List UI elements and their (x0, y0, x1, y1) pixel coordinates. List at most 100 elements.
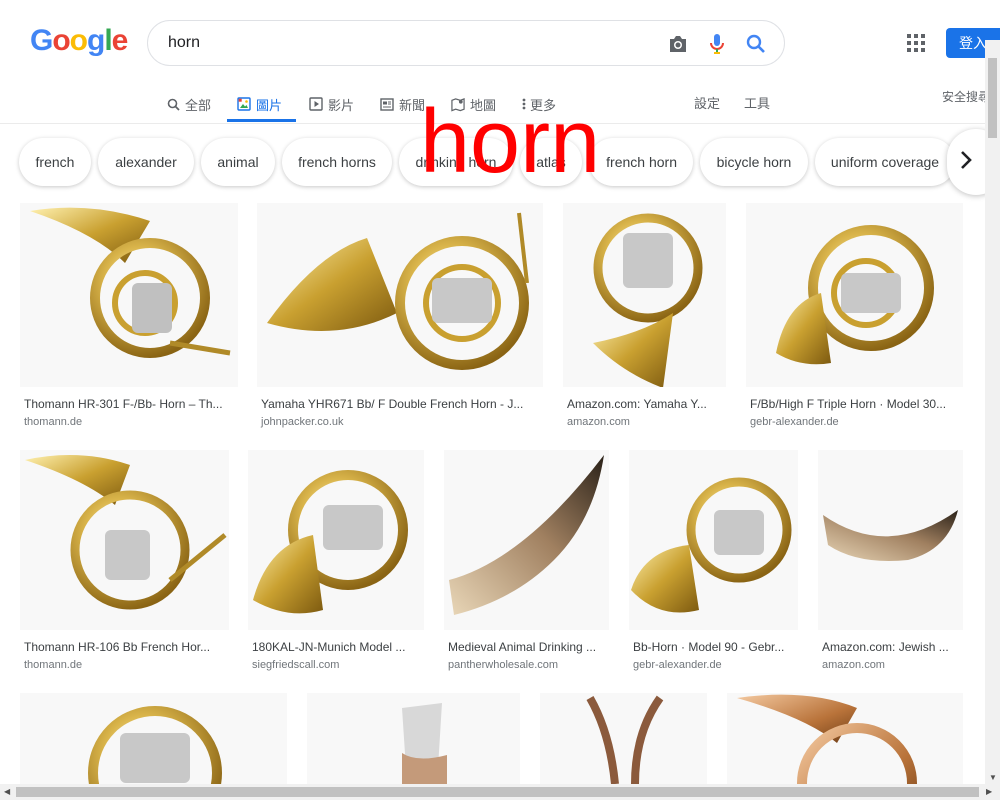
chip-bicycle-horn[interactable]: bicycle horn (700, 138, 808, 186)
horizontal-scrollbar[interactable]: ◀ ▶ (0, 784, 1000, 800)
drinking-horn-image (402, 703, 447, 784)
result-thumbnail (818, 450, 963, 630)
chevron-right-icon (959, 150, 973, 175)
vertical-scrollbar-thumb[interactable] (988, 58, 997, 138)
vertical-scrollbar[interactable]: ▼ (985, 40, 1000, 784)
french-horn-image (631, 477, 792, 613)
scroll-right-arrow-icon[interactable]: ▶ (986, 787, 992, 796)
chip-alexander[interactable]: alexander (98, 138, 194, 186)
image-icon (237, 97, 251, 111)
result-title[interactable]: Yamaha YHR671 Bb/ F Double French Horn -… (261, 397, 539, 411)
result-title[interactable]: Thomann HR-301 F-/Bb- Horn – Th... (24, 397, 234, 411)
chip-animal[interactable]: animal (201, 138, 275, 186)
horizontal-scrollbar-thumb[interactable] (16, 787, 979, 797)
tab-label: 更多 (530, 97, 557, 113)
tab-news[interactable]: 新聞 (380, 86, 425, 122)
french-horn-image (593, 213, 703, 387)
result-title[interactable]: 180KAL-JN-Munich Model ... (252, 640, 420, 654)
image-result[interactable] (727, 693, 963, 784)
drinking-horn-image (449, 455, 604, 615)
chip-french[interactable]: french (19, 138, 91, 186)
tab-videos[interactable]: 影片 (309, 86, 354, 122)
tab-images[interactable]: 圖片 (237, 86, 282, 122)
result-source: johnpacker.co.uk (261, 416, 344, 428)
video-icon (309, 97, 323, 111)
tab-label: 新聞 (399, 97, 426, 113)
tab-label: 影片 (328, 97, 355, 113)
result-thumbnail (248, 450, 424, 630)
image-result[interactable]: Thomann HR-106 Bb French Hor... thomann.… (20, 450, 229, 678)
french-horn-image (737, 694, 917, 784)
result-thumbnail (307, 693, 520, 784)
apps-grid-icon[interactable] (904, 31, 928, 55)
result-thumbnail (257, 203, 543, 387)
chip-drinking-horn[interactable]: drinking horn (399, 138, 513, 186)
image-result[interactable]: Amazon.com: Jewish ... amazon.com (818, 450, 963, 678)
camera-icon[interactable] (666, 32, 690, 56)
result-title[interactable]: Bb-Horn · Model 90 - Gebr... (633, 640, 794, 654)
image-result[interactable] (20, 693, 287, 784)
search-icon[interactable] (744, 32, 768, 56)
image-result[interactable]: Medieval Animal Drinking ... pantherwhol… (444, 450, 609, 678)
chip-atlas[interactable]: atlas (520, 138, 582, 186)
result-source: thomann.de (24, 416, 83, 428)
tab-all[interactable]: 全部 (166, 86, 211, 122)
result-thumbnail (20, 450, 229, 630)
result-thumbnail (746, 203, 963, 387)
tab-label: 圖片 (256, 97, 283, 113)
french-horn-image (776, 225, 934, 365)
result-thumbnail (727, 693, 963, 784)
header: Google 登入 (0, 0, 1000, 86)
french-horn-image (253, 470, 408, 614)
result-source: gebr-alexander.de (750, 416, 839, 428)
result-source: amazon.com (822, 659, 885, 671)
image-result[interactable]: Bb-Horn · Model 90 - Gebr... gebr-alexan… (629, 450, 798, 678)
tab-more[interactable]: 更多 (521, 86, 556, 122)
shofar-image (823, 510, 958, 561)
scroll-down-arrow-icon[interactable]: ▼ (989, 773, 997, 782)
tab-label: 地圖 (470, 97, 497, 113)
result-title[interactable]: Amazon.com: Yamaha Y... (567, 397, 722, 411)
result-title[interactable]: Amazon.com: Jewish ... (822, 640, 959, 654)
search-box (147, 20, 785, 66)
result-thumbnail (629, 450, 798, 630)
google-logo[interactable]: Google (30, 24, 128, 58)
map-icon (451, 97, 465, 111)
related-chips: french alexander animal french horns dri… (0, 124, 1000, 202)
result-source: thomann.de (24, 659, 83, 671)
image-result[interactable]: F/Bb/High F Triple Horn · Model 30... ge… (746, 203, 963, 433)
microphone-icon[interactable] (705, 32, 729, 56)
image-result[interactable] (540, 693, 707, 784)
french-horn-image (30, 207, 231, 358)
search-icon (166, 97, 180, 111)
result-source: gebr-alexander.de (633, 659, 722, 671)
image-result[interactable]: Yamaha YHR671 Bb/ F Double French Horn -… (257, 203, 543, 433)
result-source: amazon.com (567, 416, 630, 428)
image-result[interactable]: Amazon.com: Yamaha Y... amazon.com (563, 203, 726, 433)
chip-french-horn[interactable]: french horn (589, 138, 693, 186)
more-vert-icon (521, 97, 527, 111)
result-title[interactable]: Medieval Animal Drinking ... (448, 640, 605, 654)
french-horn-image (88, 706, 222, 784)
result-thumbnail (540, 693, 707, 784)
scroll-left-arrow-icon[interactable]: ◀ (4, 787, 10, 796)
safesearch-link[interactable]: 安全搜尋 (942, 83, 990, 111)
chip-french-horns[interactable]: french horns (282, 138, 392, 186)
image-result[interactable]: Thomann HR-301 F-/Bb- Horn – Th... thoma… (20, 203, 238, 433)
settings-link[interactable]: 設定 (694, 90, 720, 118)
image-result[interactable] (307, 693, 520, 784)
image-result[interactable]: 180KAL-JN-Munich Model ... siegfriedscal… (248, 450, 424, 678)
antelope-horns-image (586, 695, 664, 784)
result-title[interactable]: Thomann HR-106 Bb French Hor... (24, 640, 224, 654)
tab-maps[interactable]: 地圖 (451, 86, 496, 122)
tab-label: 全部 (185, 97, 212, 113)
result-source: pantherwholesale.com (448, 659, 559, 671)
search-input[interactable] (168, 21, 648, 65)
result-source: siegfriedscall.com (252, 659, 340, 671)
french-horn-image (267, 212, 529, 370)
tools-link[interactable]: 工具 (744, 90, 770, 118)
result-thumbnail (444, 450, 609, 630)
chip-uniform-coverage[interactable]: uniform coverage (815, 138, 955, 186)
result-thumbnail (20, 693, 287, 784)
result-title[interactable]: F/Bb/High F Triple Horn · Model 30... (750, 397, 959, 411)
